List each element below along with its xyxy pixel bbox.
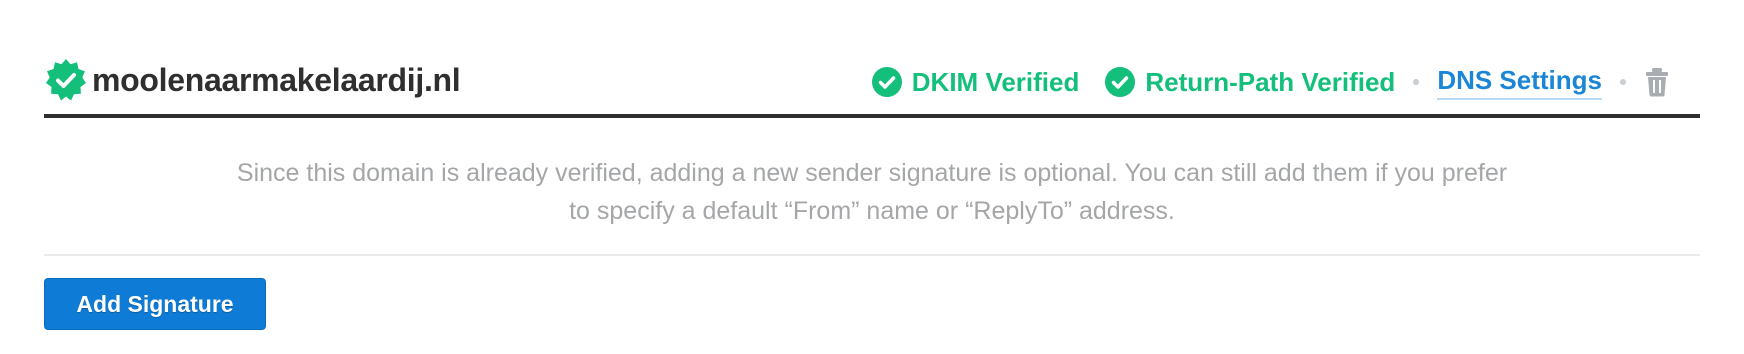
notice-line-2: to specify a default “From” name or “Rep… (569, 197, 1175, 225)
separator-dot (1413, 79, 1420, 85)
verified-seal-icon (44, 58, 88, 102)
domain-panel: moolenaarmakelaardij.nl DKIM Verified Re… (44, 0, 1700, 330)
domain-title: moolenaarmakelaardij.nl (44, 58, 461, 102)
verification-notice: Since this domain is already verified, a… (44, 118, 1700, 256)
add-signature-button[interactable]: Add Signature (44, 278, 266, 330)
trash-icon[interactable] (1644, 67, 1670, 97)
separator-dot (1620, 79, 1626, 85)
dns-settings-link[interactable]: DNS Settings (1437, 65, 1602, 100)
verification-statuses: DKIM Verified Return-Path Verified DNS S… (871, 64, 1670, 100)
return-path-status: Return-Path Verified (1105, 67, 1395, 98)
dkim-status: DKIM Verified (871, 66, 1080, 98)
domain-header: moolenaarmakelaardij.nl DKIM Verified Re… (44, 0, 1700, 118)
notice-line-1: Since this domain is already verified, a… (236, 159, 1508, 187)
check-circle-icon (871, 67, 902, 97)
check-circle-icon (1105, 67, 1136, 97)
domain-name: moolenaarmakelaardij.nl (92, 61, 461, 98)
dkim-status-label: DKIM Verified (911, 66, 1080, 97)
return-path-status-label: Return-Path Verified (1145, 66, 1396, 97)
